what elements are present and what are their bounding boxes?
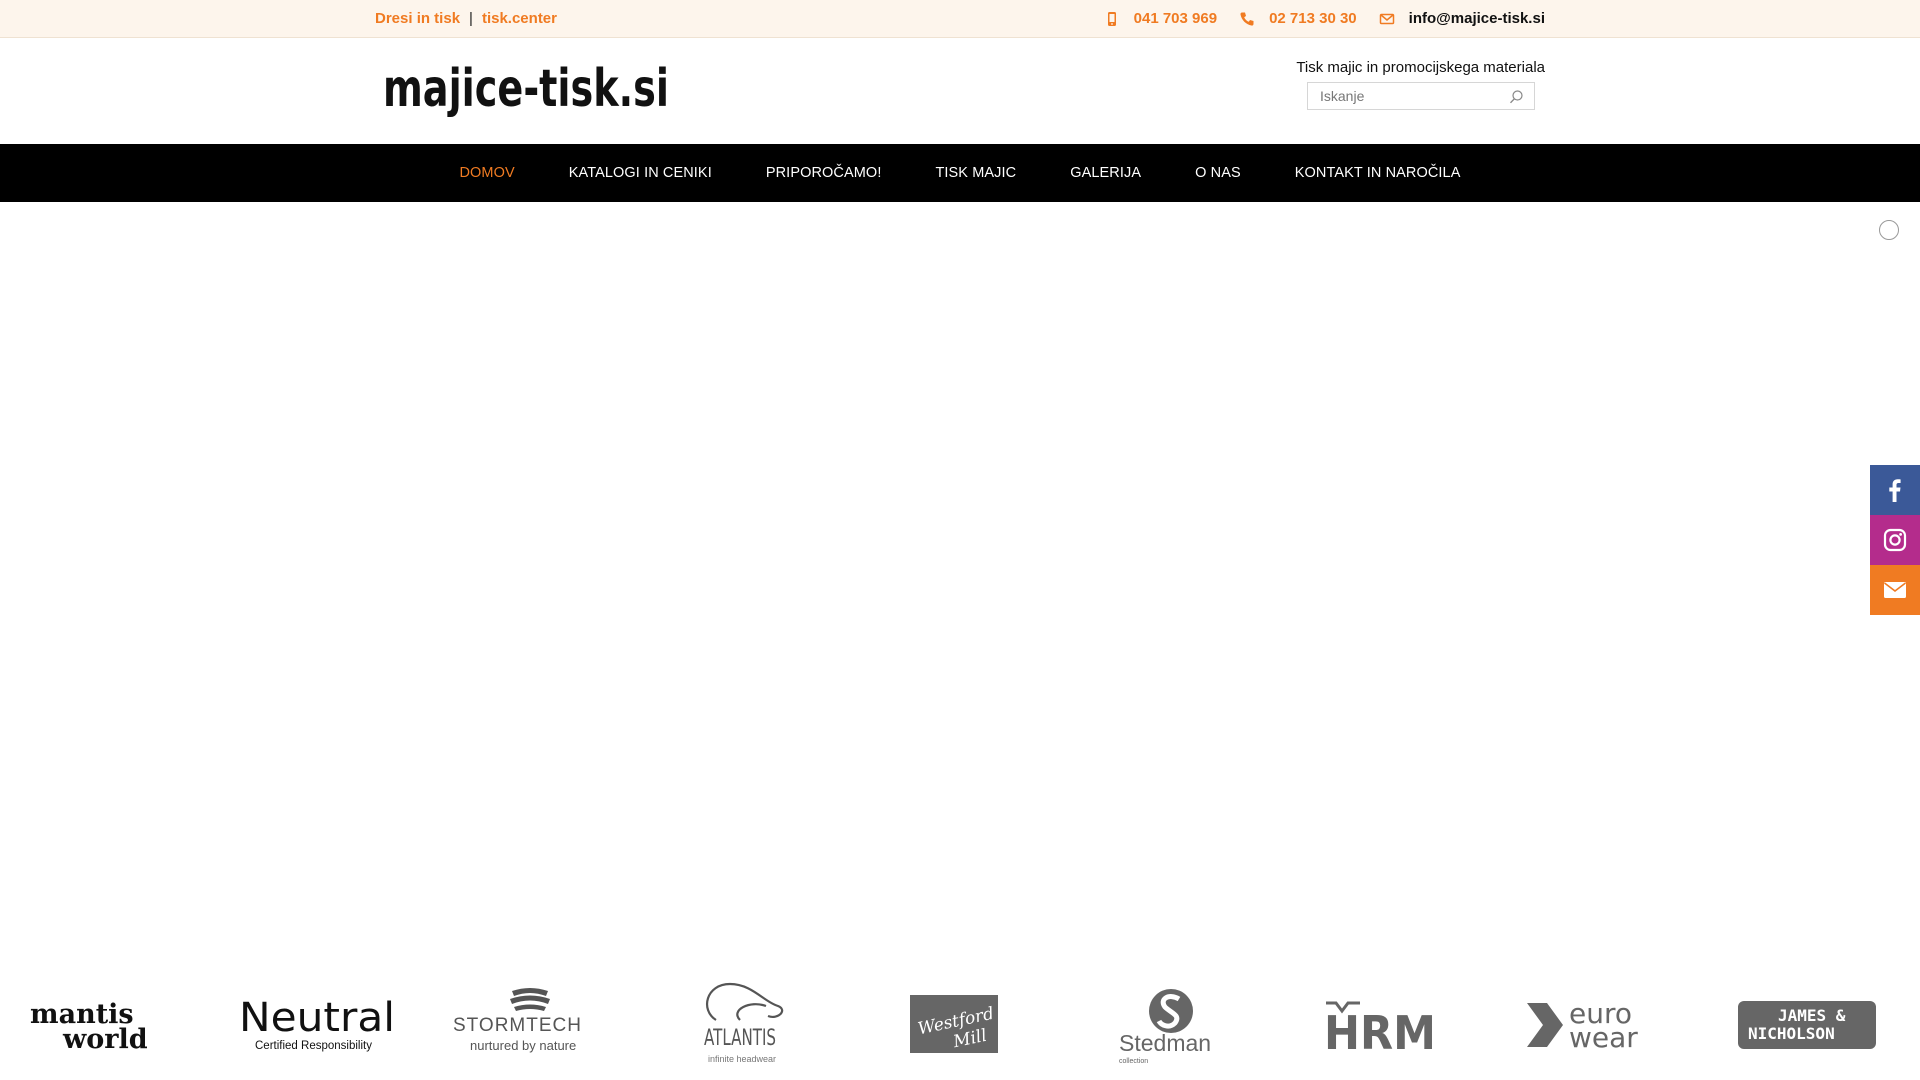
- nav-item-domov[interactable]: DOMOV: [459, 165, 514, 181]
- logo-text: majice-tisk.si: [383, 59, 669, 119]
- contact-email[interactable]: info@majice-tisk.si: [1379, 10, 1545, 27]
- brand-line: collection: [1119, 1058, 1148, 1065]
- search-input[interactable]: [1320, 83, 1500, 109]
- brand-mantis-world[interactable]: mantis world: [25, 975, 175, 1075]
- brand-line: NICHOLSON: [1748, 1024, 1835, 1043]
- search-box: [1307, 82, 1535, 110]
- brand-stormtech[interactable]: STORMTECH nurtured by nature: [450, 975, 610, 1075]
- site-tagline: Tisk majic in promocijskega materiala: [1296, 59, 1545, 76]
- mobile-number: 041 703 969: [1133, 10, 1218, 27]
- brand-euro-wear[interactable]: euro wear: [1525, 975, 1665, 1075]
- mail-icon: [1884, 582, 1906, 598]
- brand-line: Stedman: [1119, 1030, 1211, 1056]
- nav-item-tisk-majic[interactable]: TISK MAJIC: [935, 165, 1016, 181]
- envelope-icon: [1379, 11, 1395, 27]
- brand-line: HRM: [1324, 1006, 1436, 1055]
- brand-atlantis[interactable]: ATLANTIS infinite headwear: [690, 975, 790, 1075]
- instagram-icon: [1883, 528, 1907, 552]
- link-dresi-in-tisk[interactable]: Dresi in tisk: [375, 10, 460, 27]
- top-contacts: 041 703 969 02 713 30 30 info@majice-tis…: [1082, 0, 1545, 37]
- slider-loading-indicator: [1879, 220, 1899, 240]
- brand-line: nurtured by nature: [470, 1038, 576, 1053]
- contact-mobile[interactable]: 041 703 969: [1104, 10, 1217, 27]
- mail-button[interactable]: [1870, 565, 1920, 615]
- site-logo[interactable]: majice-tisk.si: [383, 58, 673, 122]
- phone-icon: [1239, 11, 1255, 27]
- brand-line: STORMTECH: [453, 1015, 582, 1036]
- brand-line: world: [62, 1024, 148, 1055]
- brand-westford-mill[interactable]: Westford Mill: [910, 975, 1000, 1075]
- social-sidebar: [1870, 465, 1920, 615]
- email-address: info@majice-tisk.si: [1408, 10, 1545, 27]
- instagram-button[interactable]: [1870, 515, 1920, 565]
- link-separator: |: [469, 10, 473, 27]
- nav-item-katalogi-in-ceniki[interactable]: KATALOGI IN CENIKI: [569, 165, 712, 181]
- brand-james-nicholson[interactable]: JAMES & NICHOLSON: [1738, 975, 1878, 1075]
- top-links: Dresi in tisk | tisk.center: [375, 0, 557, 37]
- facebook-icon: [1889, 479, 1901, 502]
- search-icon[interactable]: [1508, 89, 1524, 105]
- brand-stedman[interactable]: Stedman collection: [1115, 975, 1225, 1075]
- phone-number: 02 713 30 30: [1269, 10, 1357, 27]
- main-navigation: DOMOV KATALOGI IN CENIKI PRIPOROČAMO! TI…: [0, 144, 1920, 202]
- nav-item-priporocamo[interactable]: PRIPOROČAMO!: [766, 165, 882, 181]
- nav-item-kontakt-in-narocila[interactable]: KONTAKT IN NAROČILA: [1295, 165, 1461, 181]
- brand-line: ATLANTIS: [704, 1026, 776, 1051]
- brand-line: Certified Responsibility: [255, 1040, 372, 1052]
- brand-logos: mantis world Neutral Certified Responsib…: [0, 975, 1920, 1075]
- brand-line: JAMES &: [1778, 1006, 1846, 1025]
- brand-hrm[interactable]: HRM: [1320, 975, 1440, 1075]
- top-bar: Dresi in tisk | tisk.center 041 703 969 …: [0, 0, 1920, 38]
- link-tisk-center[interactable]: tisk.center: [482, 10, 557, 27]
- mobile-icon: [1104, 11, 1120, 27]
- nav-item-galerija[interactable]: GALERIJA: [1070, 165, 1141, 181]
- brand-line: wear: [1569, 1021, 1638, 1054]
- brand-line: Neutral: [239, 995, 395, 1041]
- facebook-button[interactable]: [1870, 465, 1920, 515]
- nav-item-o-nas[interactable]: O NAS: [1195, 165, 1241, 181]
- contact-phone[interactable]: 02 713 30 30: [1239, 10, 1357, 27]
- brand-neutral[interactable]: Neutral Certified Responsibility: [235, 975, 405, 1075]
- brand-line: infinite headwear: [708, 1054, 776, 1064]
